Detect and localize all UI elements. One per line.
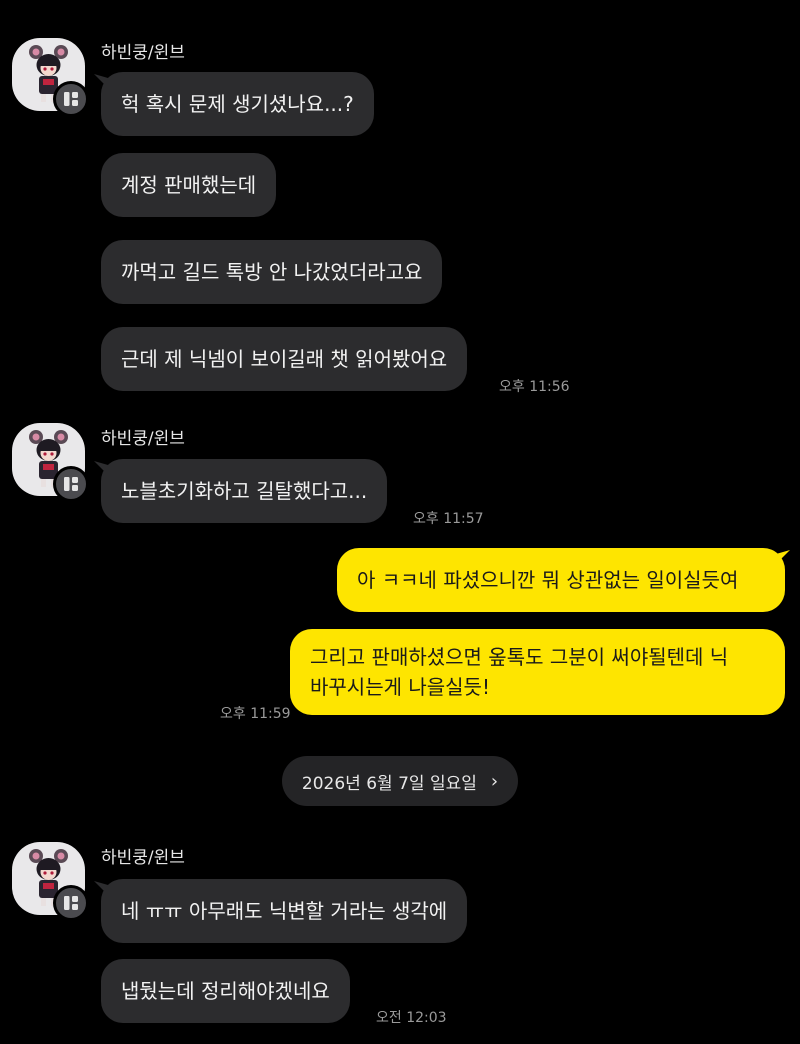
sender-name: 하빈쿵/윈브 xyxy=(101,43,185,63)
sender-name: 하빈쿵/윈브 xyxy=(101,848,185,868)
message-time: 오후 11:57 xyxy=(413,511,484,527)
profile-card-icon xyxy=(64,92,78,106)
message-bubble[interactable]: 헉 혹시 문제 생기셨나요...? xyxy=(101,72,374,136)
profile-card-badge[interactable] xyxy=(53,81,89,117)
message-bubble[interactable]: 까먹고 길드 톡방 안 나갔었더라고요 xyxy=(101,240,443,304)
message-time: 오후 11:56 xyxy=(499,379,570,395)
profile-card-badge[interactable] xyxy=(53,885,89,921)
message-bubble[interactable]: 계정 판매했는데 xyxy=(101,153,277,217)
profile-card-icon xyxy=(64,477,78,491)
message-bubble[interactable]: 근데 제 닉넴이 보이길래 챗 읽어봤어요 xyxy=(101,327,468,391)
sender-avatar-2[interactable] xyxy=(12,423,89,502)
chevron-right-icon: › xyxy=(490,770,499,792)
my-message-line: 그리고 판매하셨으면 옾톡도 그분이 써야될텐데 닉 xyxy=(310,645,729,669)
message-bubble[interactable]: 냅뒀는데 정리해야겠네요 xyxy=(101,959,350,1023)
sender-avatar-1[interactable] xyxy=(12,38,89,117)
date-divider[interactable]: 2026년 6월 7일 일요일 › xyxy=(282,756,518,806)
message-time: 오후 11:59 xyxy=(220,706,291,722)
profile-card-icon xyxy=(64,896,78,910)
message-bubble[interactable]: 네 ㅠㅠ 아무래도 닉변할 거라는 생각에 xyxy=(101,879,468,943)
message-time: 오전 12:03 xyxy=(376,1010,447,1026)
my-message-line: 바꾸시는게 나을실듯! xyxy=(310,675,490,699)
my-message-bubble[interactable]: 아 ㅋㅋ네 파셨으니깐 뭐 상관없는 일이실듯여 xyxy=(337,548,785,612)
profile-card-badge[interactable] xyxy=(53,466,89,502)
sender-avatar-3[interactable] xyxy=(12,842,89,921)
my-message-bubble[interactable]: 그리고 판매하셨으면 옾톡도 그분이 써야될텐데 닉 바꾸시는게 나을실듯! xyxy=(290,629,785,715)
sender-name: 하빈쿵/윈브 xyxy=(101,429,185,449)
date-label: 2026년 6월 7일 일요일 xyxy=(301,773,477,794)
message-bubble[interactable]: 노블초기화하고 길탈했다고... xyxy=(101,459,388,523)
